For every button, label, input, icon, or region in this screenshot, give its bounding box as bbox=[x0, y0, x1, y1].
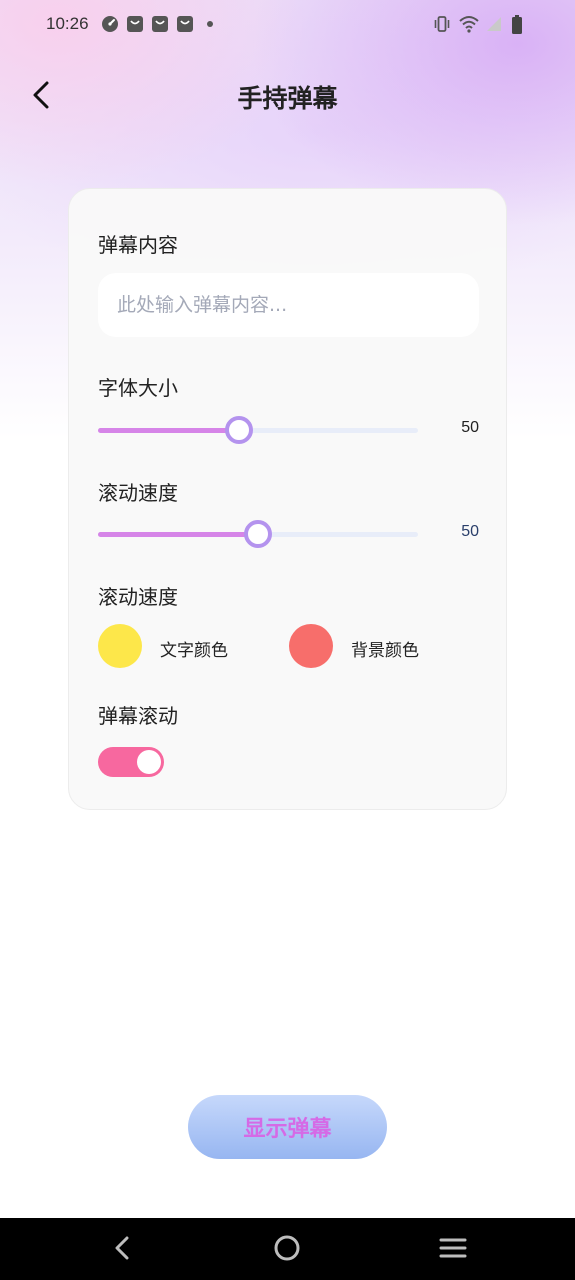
scroll-toggle[interactable] bbox=[98, 747, 164, 777]
bag-icon bbox=[126, 15, 144, 33]
bg-color-label: 背景颜色 bbox=[351, 641, 419, 661]
text-color-label: 文字颜色 bbox=[160, 641, 228, 661]
nav-menu-button[interactable] bbox=[437, 1234, 469, 1266]
color-section-label: 滚动速度 bbox=[98, 585, 178, 609]
font-size-slider[interactable] bbox=[98, 412, 418, 448]
bag-icon bbox=[176, 15, 194, 33]
status-time: 10:26 bbox=[46, 14, 89, 33]
nav-menu-icon bbox=[439, 1236, 467, 1264]
nav-home-icon bbox=[273, 1234, 301, 1266]
text-color-swatch[interactable] bbox=[98, 624, 142, 668]
notification-icons bbox=[101, 15, 213, 33]
back-button[interactable] bbox=[26, 80, 56, 114]
system-icons bbox=[433, 15, 529, 34]
slider-thumb[interactable] bbox=[244, 520, 272, 548]
font-size-value: 50 bbox=[461, 419, 479, 436]
scroll-toggle-label: 弹幕滚动 bbox=[98, 704, 178, 728]
toggle-knob bbox=[137, 750, 161, 774]
nav-home-button[interactable] bbox=[271, 1234, 303, 1266]
danmaku-content-input[interactable] bbox=[98, 273, 479, 337]
bag-icon bbox=[151, 15, 169, 33]
nav-back-icon bbox=[112, 1235, 132, 1265]
signal-icon bbox=[485, 15, 503, 33]
font-size-label: 字体大小 bbox=[98, 376, 178, 400]
scroll-speed-slider[interactable] bbox=[98, 516, 418, 552]
nav-back-button[interactable] bbox=[106, 1234, 138, 1266]
content-label: 弹幕内容 bbox=[98, 233, 178, 257]
bg-color-swatch[interactable] bbox=[289, 624, 333, 668]
slider-fill bbox=[98, 532, 258, 537]
scroll-speed-label: 滚动速度 bbox=[98, 481, 178, 505]
slider-fill bbox=[98, 428, 239, 433]
wifi-icon bbox=[459, 15, 479, 33]
speedometer-icon bbox=[101, 15, 119, 33]
battery-icon bbox=[511, 15, 529, 34]
page-title: 手持弹幕 bbox=[237, 84, 338, 113]
status-bar: 10:26 bbox=[0, 0, 575, 48]
settings-card: 弹幕内容 字体大小 50 滚动速度 50 滚动速度 文字颜色 背景颜色 弹幕滚动 bbox=[68, 188, 507, 810]
show-danmaku-button[interactable]: 显示弹幕 bbox=[188, 1095, 387, 1159]
header: 手持弹幕 bbox=[0, 70, 575, 124]
scroll-speed-value: 50 bbox=[461, 523, 479, 540]
dot-icon bbox=[206, 21, 213, 27]
slider-thumb[interactable] bbox=[225, 416, 253, 444]
navigation-bar bbox=[0, 1218, 575, 1280]
vibrate-icon bbox=[433, 15, 451, 33]
chevron-left-icon bbox=[31, 80, 51, 114]
